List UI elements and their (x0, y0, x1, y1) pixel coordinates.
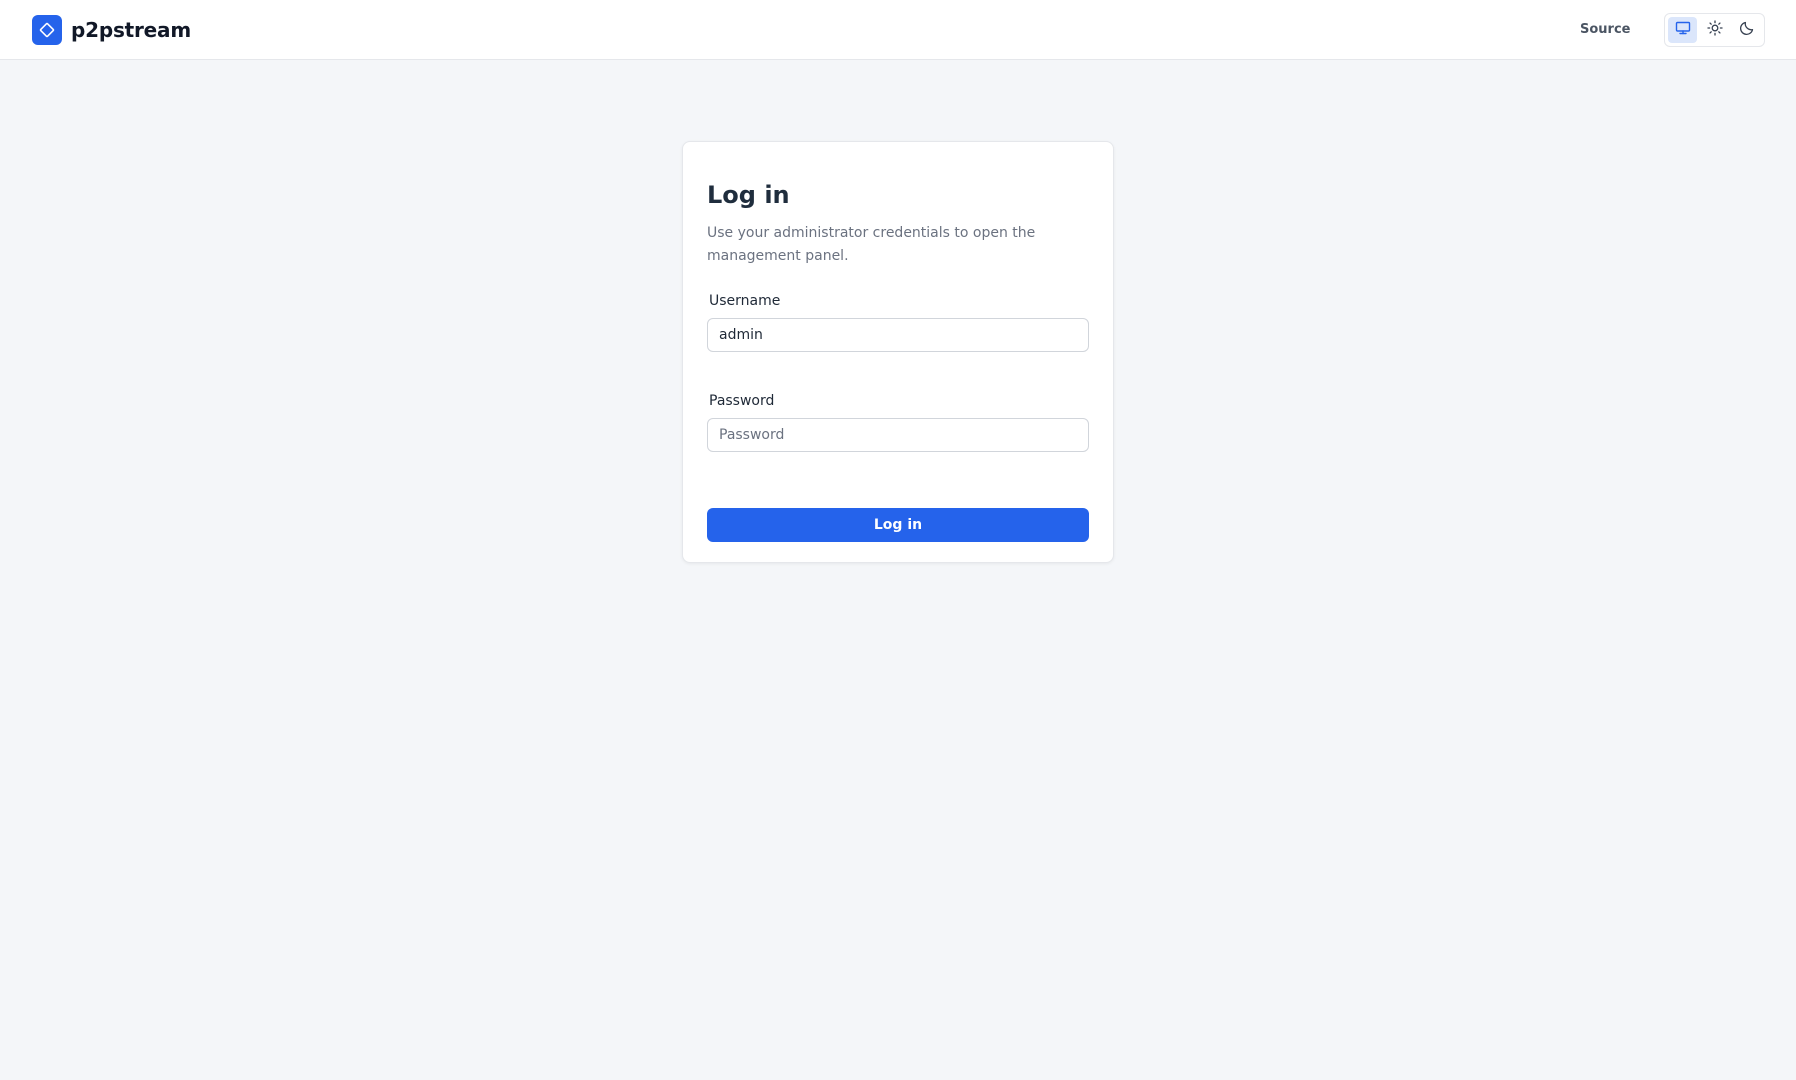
theme-switcher (1664, 13, 1765, 47)
login-button[interactable]: Log in (707, 508, 1089, 542)
password-input[interactable] (707, 418, 1089, 452)
theme-light-button[interactable] (1700, 17, 1729, 43)
top-navbar: p2pstream Source (0, 0, 1796, 60)
login-card: Log in Use your administrator credential… (682, 141, 1114, 563)
monitor-icon (1675, 20, 1691, 40)
diamond-logo-icon (32, 15, 62, 45)
password-label: Password (709, 393, 775, 409)
theme-dark-button[interactable] (1732, 17, 1761, 43)
sun-icon (1706, 20, 1723, 40)
username-label: Username (709, 293, 781, 309)
login-description: Use your administrator credentials to op… (707, 225, 1036, 264)
brand[interactable]: p2pstream (32, 15, 191, 45)
brand-name: p2pstream (71, 18, 191, 42)
moon-icon (1739, 20, 1755, 40)
login-title: Log in (707, 181, 790, 209)
username-input[interactable] (707, 318, 1089, 352)
source-link[interactable]: Source (1580, 21, 1630, 39)
theme-system-button[interactable] (1668, 17, 1697, 43)
